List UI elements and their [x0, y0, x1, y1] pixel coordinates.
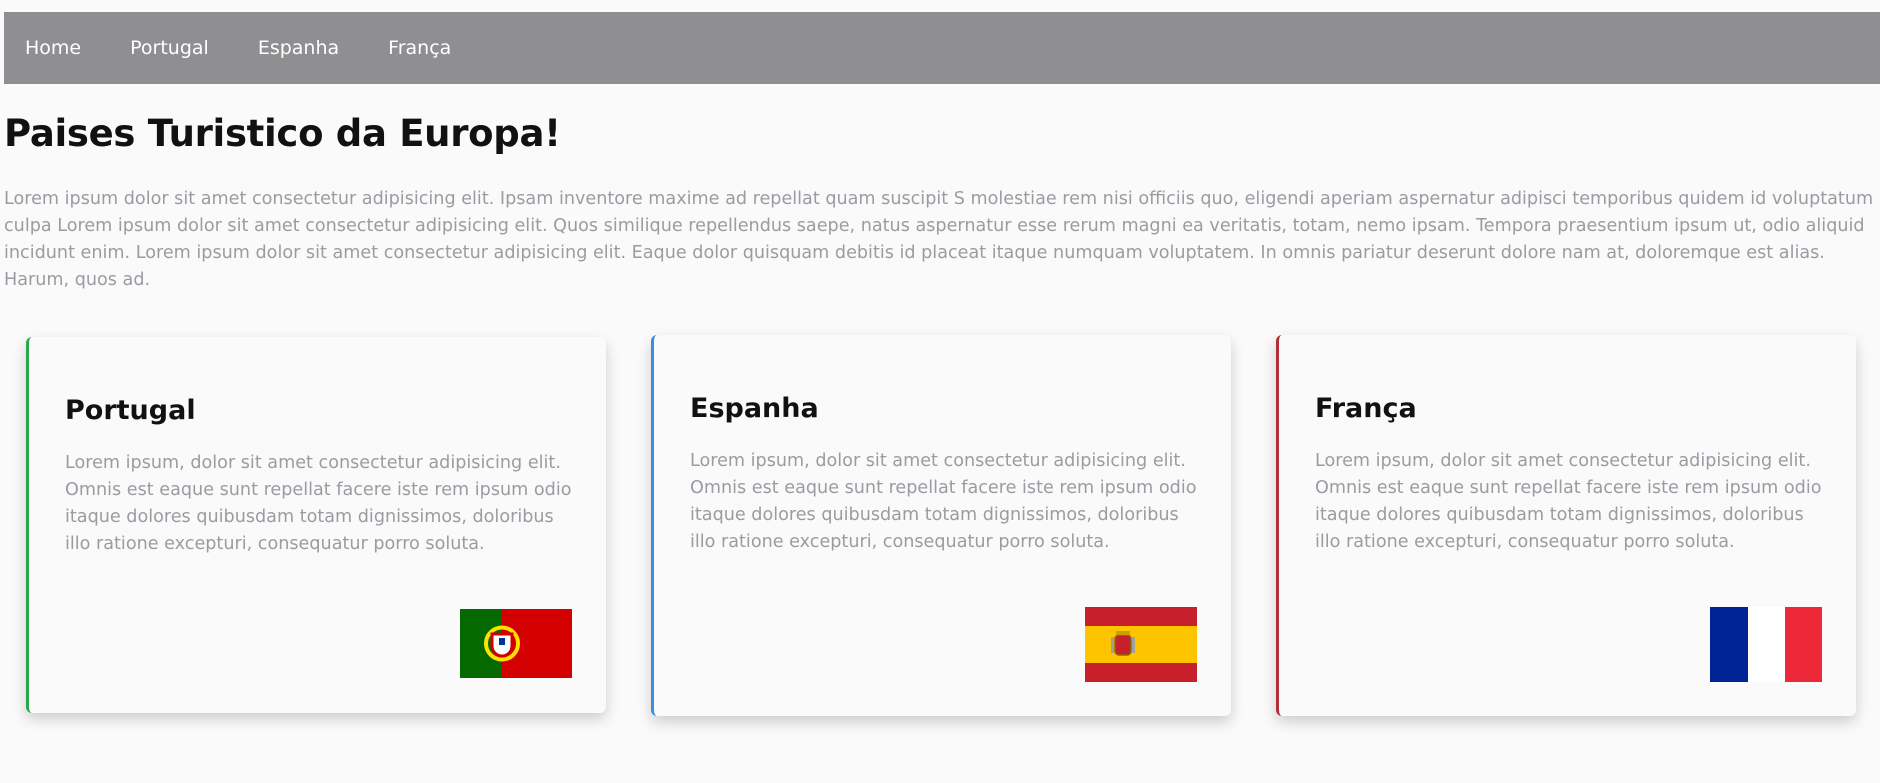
france-flag-icon — [1710, 607, 1822, 682]
card-text: Lorem ipsum, dolor sit amet consectetur … — [1315, 451, 1822, 552]
top-navbar: Home Portugal Espanha França — [4, 12, 1880, 84]
nav-link-franca[interactable]: França — [388, 37, 451, 59]
card-portugal: Portugal Lorem ipsum, dolor sit amet con… — [26, 337, 606, 713]
spain-flag-icon — [1085, 607, 1197, 682]
card-title: França — [1315, 393, 1417, 424]
card-title: Espanha — [690, 393, 819, 424]
card-franca: França Lorem ipsum, dolor sit amet conse… — [1276, 335, 1856, 716]
card-title: Portugal — [65, 395, 196, 426]
portugal-flag-icon — [460, 609, 572, 678]
nav-link-portugal[interactable]: Portugal — [130, 37, 209, 59]
nav-link-espanha[interactable]: Espanha — [258, 37, 339, 59]
card-text: Lorem ipsum, dolor sit amet consectetur … — [690, 451, 1197, 552]
card-text: Lorem ipsum, dolor sit amet consectetur … — [65, 453, 572, 554]
page-title: Paises Turistico da Europa! — [4, 112, 561, 155]
intro-paragraph: Lorem ipsum dolor sit amet consectetur a… — [4, 189, 1874, 290]
nav-link-home[interactable]: Home — [25, 37, 81, 59]
card-espanha: Espanha Lorem ipsum, dolor sit amet cons… — [651, 335, 1231, 716]
